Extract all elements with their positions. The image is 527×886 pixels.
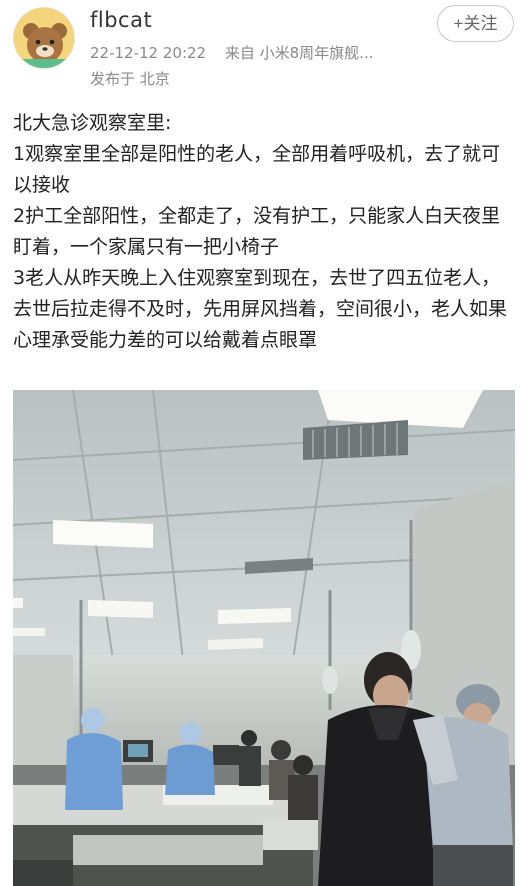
post-paragraph: 1观察室里全部是阳性的老人，全部用着呼吸机，去了就可以接收 — [13, 143, 501, 196]
post-source: 来自 小米8周年旗舰... — [224, 44, 374, 62]
post-paragraph: 2护工全部阳性，全都走了，没有护工，只能家人白天夜里盯着，一个家属只有一把小椅子 — [13, 205, 501, 258]
bear-avatar-icon — [14, 8, 74, 68]
post-paragraph: 北大急诊观察室里: — [13, 112, 172, 134]
author-name[interactable]: flbcat — [90, 8, 152, 32]
post-timestamp: 22-12-12 20:22 — [90, 44, 207, 62]
post-text: 北大急诊观察室里: 1观察室里全部是阳性的老人，全部用着呼吸机，去了就可以接收 … — [13, 108, 513, 356]
post-location: 发布于 北京 — [90, 70, 170, 88]
post-meta: 22-12-12 20:22 来自 小米8周年旗舰... — [90, 42, 374, 63]
post-header: flbcat 22-12-12 20:22 来自 小米8周年旗舰... 发布于 … — [0, 0, 527, 100]
avatar[interactable] — [13, 7, 75, 69]
post-paragraph: 3老人从昨天晚上入住观察室到现在，去世了四五位老人，去世后拉走得不及时，先用屏风… — [13, 267, 508, 351]
hospital-ward-photo — [13, 390, 515, 886]
follow-button[interactable]: +关注 — [437, 5, 514, 42]
post-image[interactable] — [13, 390, 515, 886]
